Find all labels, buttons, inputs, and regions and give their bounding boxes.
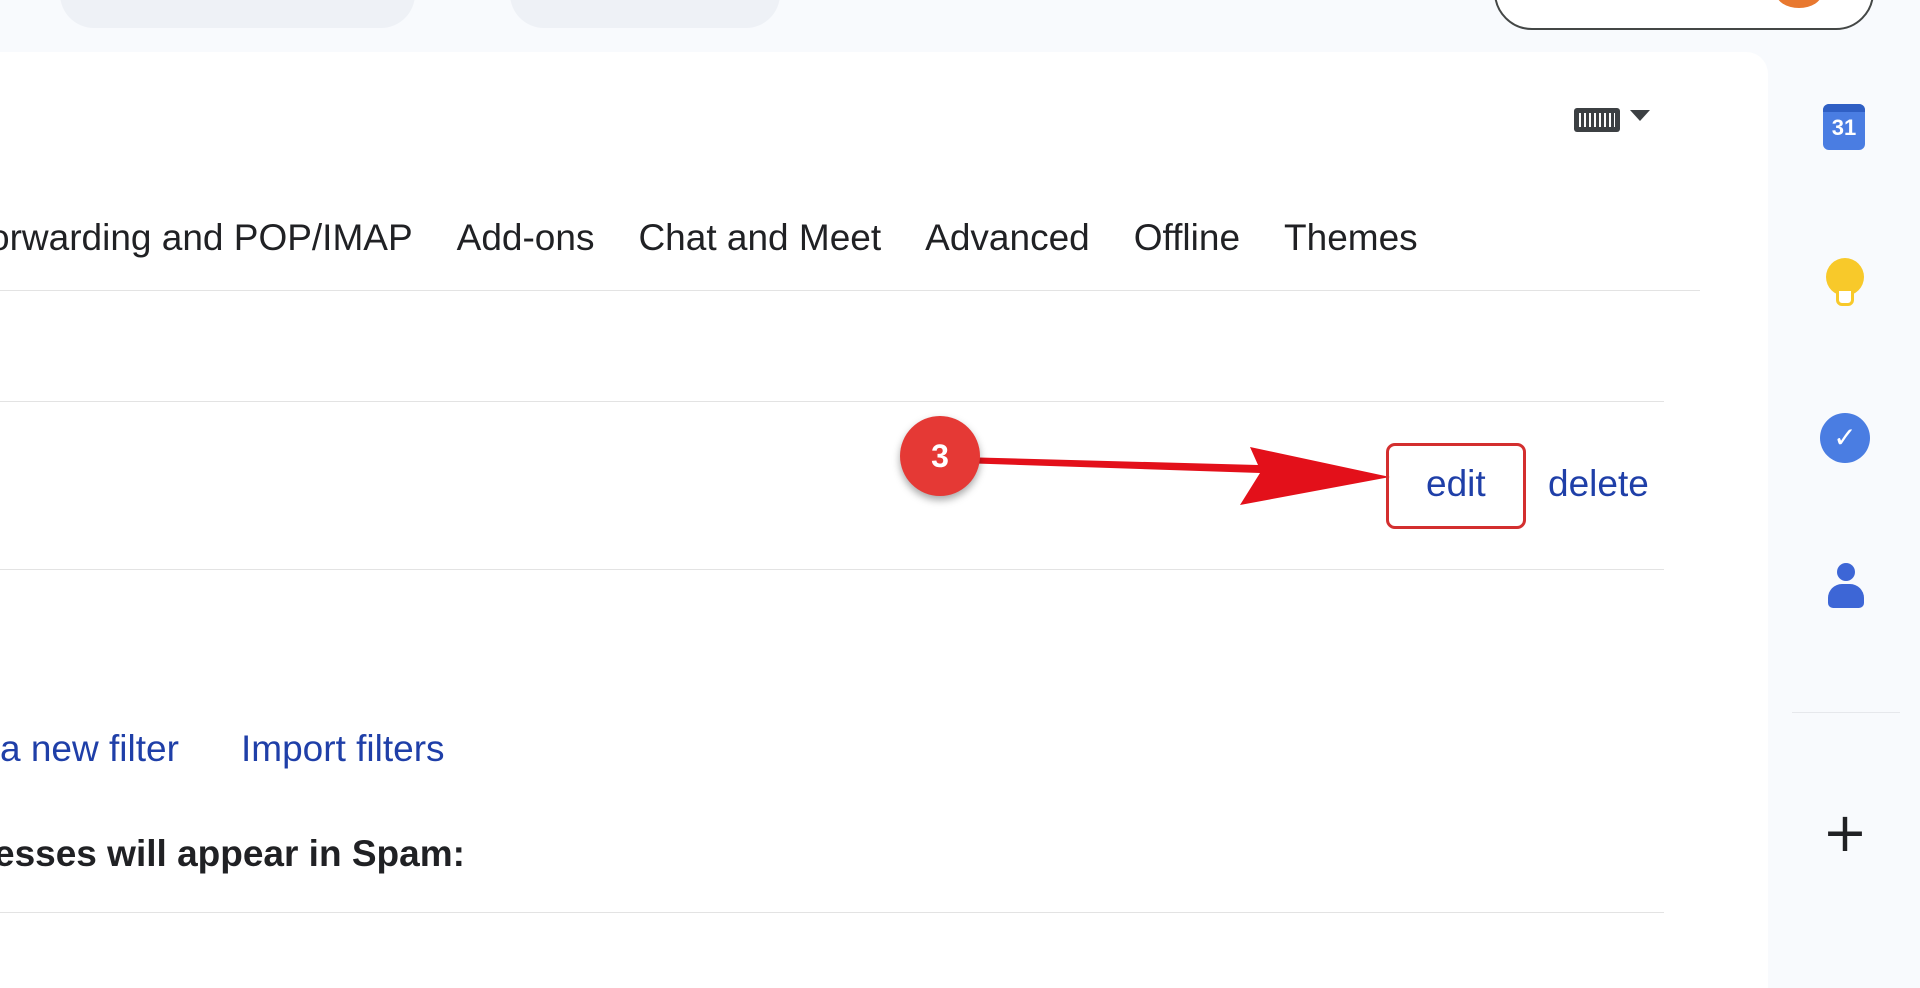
search-bar[interactable] xyxy=(60,0,415,28)
row-divider xyxy=(0,569,1664,570)
blocked-addresses-heading: esses will appear in Spam: xyxy=(0,833,465,874)
tab-advanced[interactable]: Advanced xyxy=(925,217,1090,259)
search-options-pill[interactable] xyxy=(510,0,780,28)
row-divider xyxy=(0,401,1664,402)
check-glyph: ✓ xyxy=(1833,422,1857,453)
caret-down-icon[interactable] xyxy=(1630,110,1650,121)
plus-icon[interactable]: + xyxy=(1822,806,1868,862)
edit-filter-link[interactable]: edit xyxy=(1426,463,1486,505)
input-tools-toggle[interactable] xyxy=(1574,104,1664,136)
keyboard-icon[interactable] xyxy=(1574,108,1620,132)
tasks-icon[interactable]: ✓ xyxy=(1820,413,1870,463)
tab-offline[interactable]: Offline xyxy=(1134,217,1240,259)
calendar-icon[interactable]: 31 xyxy=(1823,104,1865,150)
tab-forwarding-pop-imap[interactable]: orwarding and POP/IMAP xyxy=(0,217,413,259)
keep-icon[interactable] xyxy=(1826,258,1864,310)
side-panel-divider xyxy=(1792,712,1900,713)
settings-tabs: orwarding and POP/IMAP Add-ons Chat and … xyxy=(0,210,1462,266)
calendar-day: 31 xyxy=(1831,115,1857,140)
tab-chat-and-meet[interactable]: Chat and Meet xyxy=(638,217,881,259)
account-switcher[interactable] xyxy=(1494,0,1874,30)
tab-add-ons[interactable]: Add-ons xyxy=(457,217,595,259)
create-filter-link[interactable]: a new filter xyxy=(0,728,179,770)
row-divider xyxy=(0,912,1664,913)
contacts-icon[interactable] xyxy=(1826,563,1866,611)
import-filters-link[interactable]: Import filters xyxy=(241,728,445,770)
tab-themes[interactable]: Themes xyxy=(1284,217,1418,259)
step-badge: 3 xyxy=(900,416,980,496)
annotation-arrow xyxy=(960,447,1390,505)
delete-filter-link[interactable]: delete xyxy=(1548,463,1649,505)
tabs-divider xyxy=(0,290,1700,291)
gmail-settings-page: orwarding and POP/IMAP Add-ons Chat and … xyxy=(0,0,1920,988)
